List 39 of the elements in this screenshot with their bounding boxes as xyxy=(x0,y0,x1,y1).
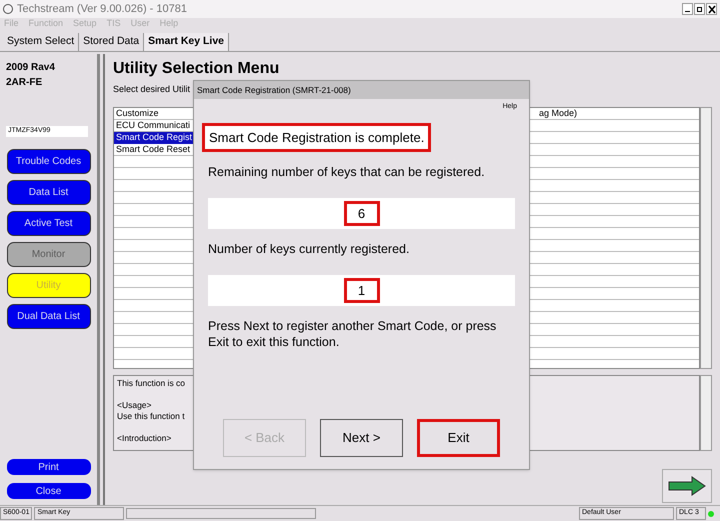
key-count: 1 xyxy=(344,278,380,304)
vehicle-model: 2009 Rav4 xyxy=(6,61,55,75)
minimize-icon[interactable] xyxy=(682,3,693,15)
description-line: This function is co xyxy=(117,378,186,388)
description-line: <Usage> xyxy=(117,400,152,410)
instruction-text: Select desired Utilit xyxy=(113,83,190,96)
window-title: Techstream (Ver 9.00.026) - 10781 xyxy=(17,2,187,17)
list-item[interactable]: ECU Communicati xyxy=(114,120,194,132)
tab[interactable]: System Select xyxy=(3,33,80,51)
key-count: 6 xyxy=(344,200,380,226)
dialog-text: Remaining number of keys that can be registered. xyxy=(207,164,486,180)
side-button[interactable]: Print xyxy=(6,459,90,475)
tab[interactable]: Smart Key Live xyxy=(144,33,230,51)
engine-code: 2AR-FE xyxy=(6,76,44,90)
list-item[interactable]: Smart Code Reset xyxy=(114,144,194,156)
restore-icon[interactable] xyxy=(694,3,705,15)
completion-message: Smart Code Registration is complete. xyxy=(202,122,432,152)
dialog-title: Smart Code Registration (SMRT-21-008) xyxy=(197,84,351,96)
dialog-button[interactable]: Exit xyxy=(417,419,500,457)
arrow-icon xyxy=(668,476,706,496)
side-button[interactable]: Close xyxy=(6,483,90,499)
next-arrow-button[interactable] xyxy=(662,468,712,502)
scrollbar[interactable] xyxy=(700,106,712,368)
list-item[interactable]: Customize xyxy=(114,108,194,120)
dialog-button[interactable]: Next > xyxy=(320,419,403,457)
side-button[interactable]: Data List xyxy=(6,180,90,204)
list-item[interactable]: Smart Code Regist xyxy=(114,132,194,144)
list-item: ag Mode) xyxy=(539,108,578,120)
menu-heading: Utility Selection Menu xyxy=(113,60,280,78)
side-button[interactable]: Dual Data List xyxy=(6,304,90,328)
app-icon xyxy=(3,4,13,14)
dialog-text: Press Next to register another Smart Code, or press Exit to exit this function. xyxy=(207,318,498,350)
scrollbar[interactable] xyxy=(700,374,712,450)
dialog-text: Number of keys currently registered. xyxy=(207,241,410,257)
side-button[interactable]: Trouble Codes xyxy=(6,148,90,174)
close-icon[interactable] xyxy=(706,3,717,15)
side-button[interactable]: Active Test xyxy=(6,210,90,236)
description-line: <Introduction> xyxy=(117,432,172,444)
description-line: Use this function t xyxy=(117,410,185,422)
